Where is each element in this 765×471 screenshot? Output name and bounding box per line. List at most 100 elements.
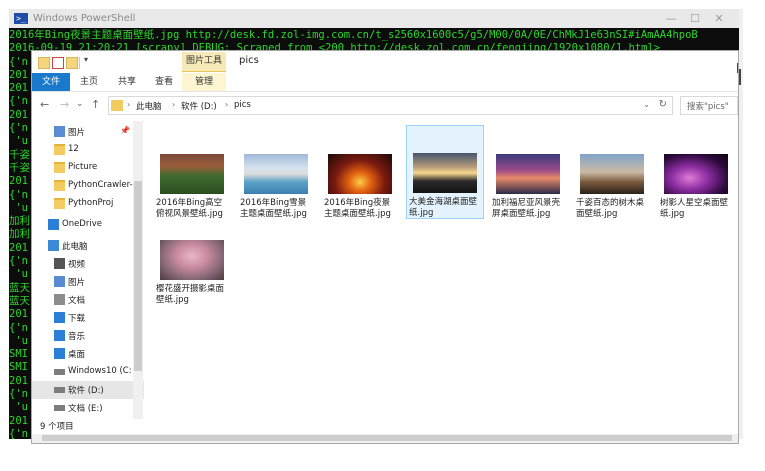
powershell-titlebar: >_ Windows PowerShell — ☐ ✕ [9, 9, 739, 28]
breadcrumb-pics[interactable]: pics [234, 100, 251, 110]
file-item[interactable]: 加利福尼亚风景壳屏桌面壁纸.jpg [490, 148, 568, 236]
sidebar-item[interactable]: PythonCrawler- [32, 177, 144, 195]
image-thumbnail [413, 153, 477, 193]
sidebar-item-label: 图片 [68, 128, 86, 138]
horizontal-scroll-thumb[interactable] [42, 435, 732, 441]
file-name: 2016年Bing雪景主题桌面壁纸.jpg [240, 198, 307, 219]
file-list: 2016年Bing高空俯视风景壁纸.jpg 2016年Bing雪景主题桌面壁纸.j… [146, 121, 736, 419]
back-button[interactable]: ← [40, 98, 49, 111]
breadcrumb-drive-d[interactable]: 软件 (D:) [181, 100, 217, 112]
breadcrumb-separator: › [172, 100, 176, 109]
sidebar-item-label: 图片 [68, 278, 86, 288]
tab-share[interactable]: 共享 [108, 73, 146, 91]
tab-file[interactable]: 文件 [32, 73, 70, 91]
customize-quick-access-icon[interactable]: ▾ [84, 55, 88, 64]
file-name: 千姿百态的树木桌面壁纸.jpg [576, 198, 645, 219]
sidebar-item-label: 音乐 [68, 332, 86, 342]
file-item[interactable]: 2016年Bing夜景主题桌面壁纸.jpg [322, 148, 400, 236]
pictures-icon [54, 276, 65, 287]
sidebar-item[interactable]: 下载 [32, 309, 144, 327]
sidebar-item[interactable]: 视频 [32, 255, 144, 273]
onedrive-icon [48, 219, 59, 230]
minimize-button[interactable]: — [661, 11, 681, 26]
sidebar-item[interactable]: 12 [32, 141, 144, 159]
recent-locations-button[interactable]: ⌄ [76, 99, 84, 109]
sidebar-item[interactable]: 文档 (E:)⌄ [32, 393, 144, 417]
sidebar-item-label: 视频 [68, 260, 86, 270]
sidebar-item[interactable]: 音乐 [32, 327, 144, 345]
file-name: 树影人星空桌面壁纸.jpg [660, 198, 729, 219]
desktop-icon [54, 348, 65, 359]
close-button[interactable]: ✕ [709, 11, 729, 26]
documents-icon [54, 294, 65, 305]
sidebar-item-label: PythonProj [68, 198, 114, 208]
maximize-button[interactable]: ☐ [685, 11, 705, 26]
sidebar-item-label: 此电脑 [62, 242, 88, 252]
tab-manage[interactable]: 管理 [182, 73, 226, 91]
sidebar-item[interactable]: 图片📌^ [32, 123, 144, 141]
folder-icon [111, 100, 123, 111]
properties-icon[interactable] [52, 57, 64, 69]
music-icon [54, 330, 65, 341]
sidebar-item[interactable]: Windows10 (C: [32, 363, 144, 381]
this-pc-icon [48, 240, 59, 251]
downloads-icon [54, 312, 65, 323]
image-thumbnail [160, 154, 224, 194]
image-thumbnail [244, 154, 308, 194]
sidebar-item[interactable]: PythonProj [32, 195, 144, 213]
image-thumbnail [160, 240, 224, 280]
file-name: 大美金海湖桌面壁纸.jpg [409, 197, 478, 218]
image-thumbnail [664, 154, 728, 194]
navigation-scroll-thumb[interactable] [134, 181, 142, 371]
folder-icon[interactable] [38, 57, 50, 69]
file-item[interactable]: 大美金海湖桌面壁纸.jpg [406, 125, 484, 219]
picture-tools-header: 图片工具 [182, 52, 226, 72]
file-item[interactable]: 千姿百态的树木桌面壁纸.jpg [574, 148, 652, 236]
breadcrumb-separator: › [225, 100, 229, 109]
file-item[interactable]: 樱花盛开摄影桌面壁纸.jpg [154, 234, 232, 322]
sidebar-item[interactable]: 图片 [32, 273, 144, 291]
sidebar-item-label: Picture [68, 162, 98, 172]
drive-icon [54, 405, 65, 411]
image-thumbnail [580, 154, 644, 194]
file-item[interactable]: 2016年Bing高空俯视风景壁纸.jpg [154, 148, 232, 236]
file-item[interactable]: 2016年Bing雪景主题桌面壁纸.jpg [238, 148, 316, 236]
sidebar-item[interactable]: 桌面 [32, 345, 144, 363]
folder-icon [54, 180, 65, 191]
up-button[interactable]: ↑ [91, 98, 100, 111]
sidebar-item[interactable]: 文档 [32, 291, 144, 309]
sidebar-item[interactable]: 此电脑 [32, 237, 144, 255]
sidebar-item-label: 文档 [68, 296, 86, 306]
tab-home[interactable]: 主页 [70, 73, 108, 91]
pin-icon[interactable]: 📌 [120, 126, 130, 135]
address-bar[interactable]: › 此电脑 › 软件 (D:) › pics ⌄ ↻ [108, 96, 673, 115]
file-name: 2016年Bing夜景主题桌面壁纸.jpg [324, 198, 391, 219]
breadcrumb-this-pc[interactable]: 此电脑 [136, 100, 162, 112]
image-thumbnail [328, 154, 392, 194]
new-folder-icon[interactable] [66, 57, 78, 69]
search-placeholder: 搜索"pics" [687, 102, 729, 112]
sidebar-item[interactable]: OneDrive [32, 216, 144, 234]
refresh-icon[interactable]: ↻ [659, 99, 667, 110]
pictures-icon [54, 126, 65, 137]
address-dropdown-icon[interactable]: ⌄ [643, 100, 650, 109]
sidebar-item-label: PythonCrawler- [68, 180, 133, 190]
address-bar-row: ← → ⌄ ↑ › 此电脑 › 软件 (D:) › pics ⌄ ↻ 搜索"pi… [32, 92, 738, 120]
file-name: 樱花盛开摄影桌面壁纸.jpg [156, 284, 225, 305]
navigation-pane: 图片📌^12PicturePythonCrawler-PythonProjOne… [32, 121, 144, 419]
sidebar-item-label: 下载 [68, 314, 86, 324]
console-line: 2016年Bing夜景主题桌面壁纸.jpg http://desk.fd.zol… [9, 29, 698, 41]
item-count: 9 个项目 [40, 422, 74, 432]
sidebar-item[interactable]: Picture [32, 159, 144, 177]
file-name: 2016年Bing高空俯视风景壁纸.jpg [156, 198, 223, 219]
file-item[interactable]: 树影人星空桌面壁纸.jpg [658, 148, 736, 236]
horizontal-scrollbar[interactable] [32, 434, 738, 443]
forward-button[interactable]: → [60, 98, 69, 111]
videos-icon [54, 258, 65, 269]
sidebar-item[interactable]: 软件 (D:) [32, 381, 144, 399]
search-input[interactable]: 搜索"pics" [680, 96, 738, 115]
sidebar-item-label: OneDrive [62, 219, 102, 229]
tab-view[interactable]: 查看 [146, 73, 182, 91]
status-bar: 9 个项目 [32, 419, 738, 433]
sidebar-item-label: 软件 (D:) [68, 386, 104, 396]
